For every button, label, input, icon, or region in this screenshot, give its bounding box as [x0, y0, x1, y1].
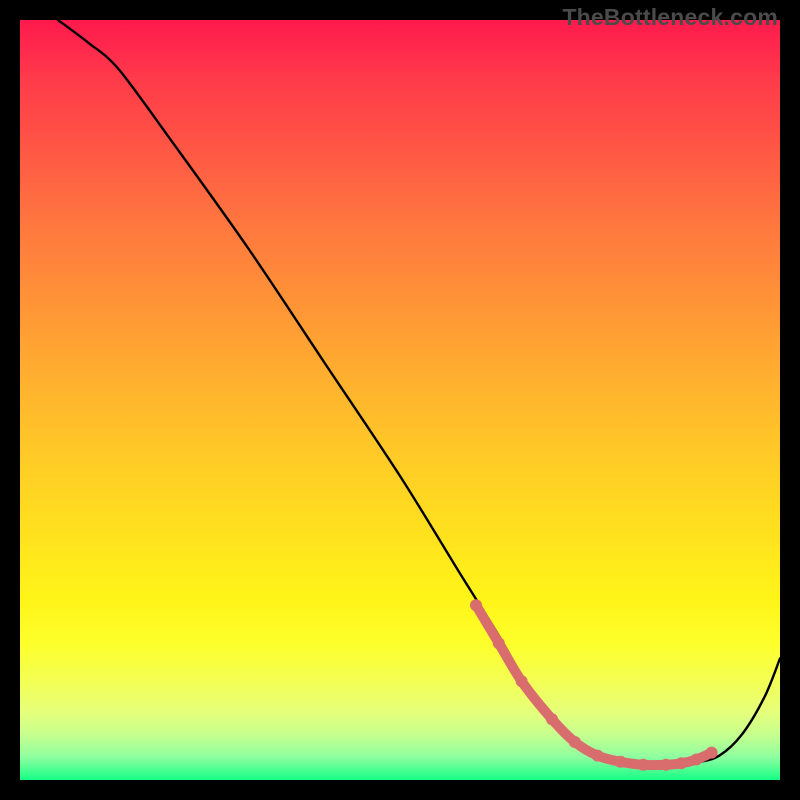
optimal-range-dot: [470, 599, 482, 611]
optimal-range-dot: [569, 736, 581, 748]
optimal-range-dots: [470, 599, 718, 771]
optimal-range-dot: [614, 756, 626, 768]
optimal-range-dot: [592, 750, 604, 762]
watermark-text: TheBottleneck.com: [562, 4, 778, 31]
optimal-range-dot: [690, 753, 702, 765]
bottleneck-curve-line: [58, 20, 780, 765]
optimal-range-dot: [493, 637, 505, 649]
optimal-range-dot: [516, 675, 528, 687]
optimal-range-dot: [660, 759, 672, 771]
optimal-range-dot: [706, 747, 718, 759]
optimal-range-highlight: [476, 605, 712, 765]
outer-frame: TheBottleneck.com: [0, 0, 800, 800]
bottleneck-chart: [20, 20, 780, 780]
optimal-range-dot: [637, 759, 649, 771]
optimal-range-dot: [675, 757, 687, 769]
optimal-range-dot: [546, 713, 558, 725]
